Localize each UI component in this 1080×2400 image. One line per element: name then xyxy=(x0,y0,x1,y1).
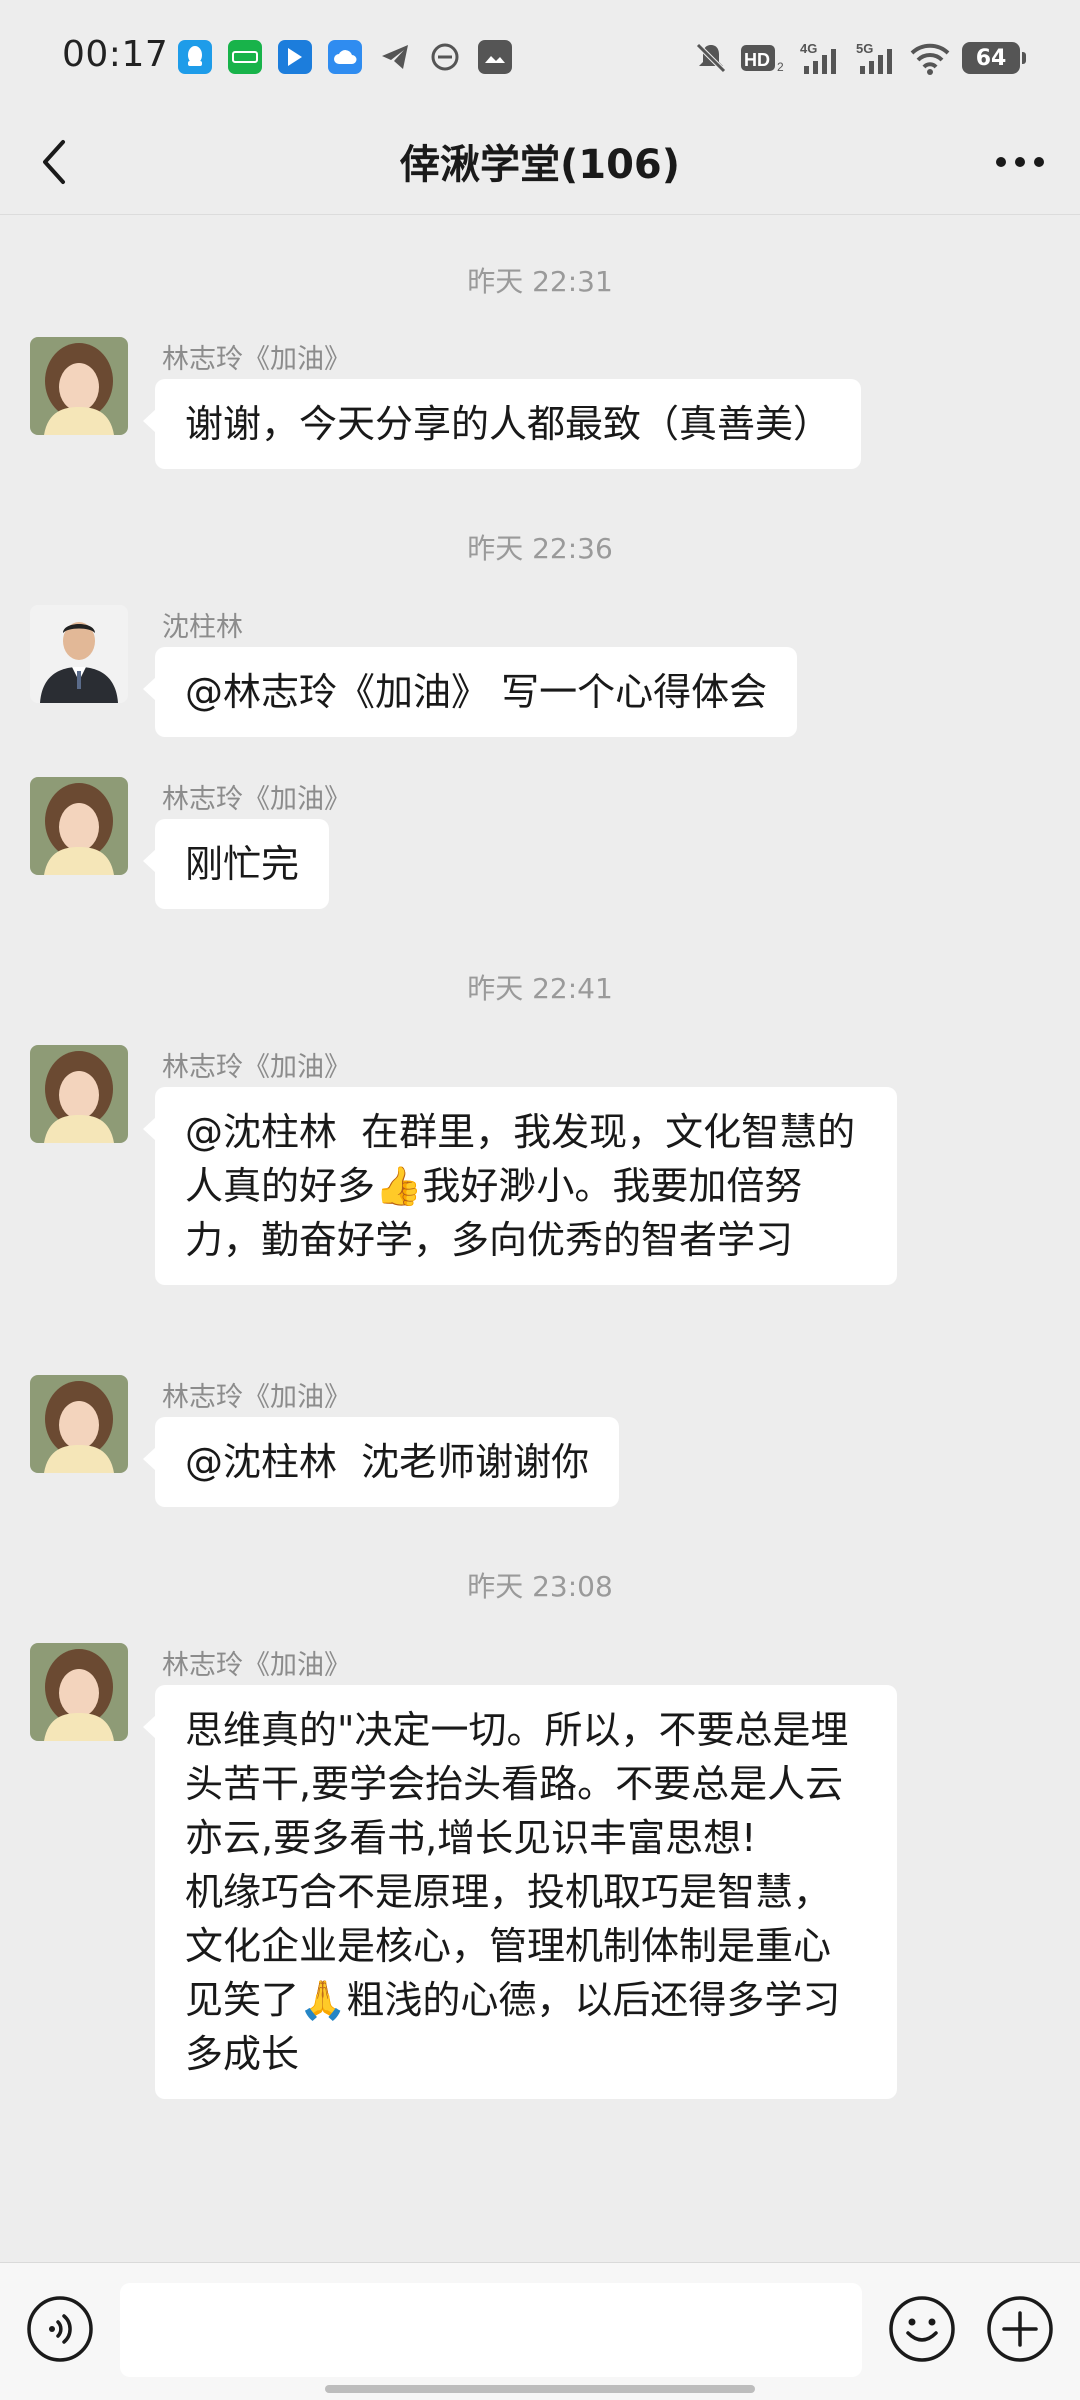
status-time: 00:17 xyxy=(62,34,169,75)
message-input[interactable] xyxy=(120,2283,862,2377)
more-options-button[interactable] xyxy=(982,130,1058,194)
user-avatar-woman-icon xyxy=(30,337,128,435)
avatar[interactable] xyxy=(30,605,128,703)
message-bubble[interactable]: 思维真的"决定一切。所以，不要总是埋头苦干,要学会抬头看路。不要总是人云亦云,要… xyxy=(143,1685,897,2099)
plus-icon xyxy=(987,2296,1053,2362)
svg-text:4G: 4G xyxy=(800,41,817,56)
sender-name: 林志玲《加油》 xyxy=(162,1052,351,1083)
avatar[interactable] xyxy=(30,777,128,875)
user-avatar-woman-icon xyxy=(30,1643,128,1741)
signal-4g-icon: 4G xyxy=(800,41,836,74)
message-list[interactable]: 昨天 22:31 林志玲《加油》 谢谢，今天分享的人都最致（真善美） 昨天 22… xyxy=(0,215,1080,2260)
message-bubble[interactable]: @沈柱林 沈老师谢谢你 xyxy=(142,1417,620,1507)
cloud-icon xyxy=(328,40,362,74)
group-title: 倖湫学堂(106) xyxy=(399,142,681,188)
message-bubble[interactable]: 谢谢，今天分享的人都最致（真善美） xyxy=(142,379,862,469)
user-avatar-woman-icon xyxy=(30,1045,128,1143)
qq-icon xyxy=(178,40,212,74)
maps-icon xyxy=(278,40,312,74)
input-bar xyxy=(0,2262,1080,2400)
telegram-icon xyxy=(378,40,412,74)
svg-text:5G: 5G xyxy=(856,41,873,56)
message-bubble[interactable]: 刚忙完 xyxy=(142,819,330,909)
svg-text:HD: HD xyxy=(744,50,770,70)
battery-indicator: 64 xyxy=(962,42,1026,74)
hd-icon: HD 2 xyxy=(741,45,784,74)
iqiyi-icon xyxy=(228,40,262,74)
home-indicator[interactable] xyxy=(325,2385,755,2393)
wifi-icon xyxy=(910,43,950,75)
avatar[interactable] xyxy=(30,337,128,435)
sender-name: 林志玲《加油》 xyxy=(162,344,351,375)
photos-icon xyxy=(478,40,512,74)
sender-name: 林志玲《加油》 xyxy=(162,784,351,815)
user-avatar-woman-icon xyxy=(30,1375,128,1473)
more-actions-button[interactable] xyxy=(986,2295,1054,2363)
more-dots-icon xyxy=(996,157,1044,167)
avatar[interactable] xyxy=(30,1375,128,1473)
notification-icons xyxy=(178,40,512,76)
svg-text:2: 2 xyxy=(777,60,784,74)
sender-name: 林志玲《加油》 xyxy=(162,1650,351,1681)
sender-name: 林志玲《加油》 xyxy=(162,1382,351,1413)
message-bubble[interactable]: @林志玲《加油》 写一个心得体会 xyxy=(142,647,798,737)
dnd-icon xyxy=(428,40,462,74)
avatar[interactable] xyxy=(30,1045,128,1143)
smiley-icon xyxy=(889,2296,955,2362)
chat-header: 倖湫学堂(106) xyxy=(0,110,1080,215)
user-avatar-woman-icon xyxy=(30,777,128,875)
battery-level: 64 xyxy=(975,45,1007,71)
status-bar: 00:17 HD 2 4G 5G 64 xyxy=(0,0,1080,110)
timestamp: 昨天 22:41 xyxy=(467,972,613,1005)
voice-button[interactable] xyxy=(26,2295,94,2363)
timestamp: 昨天 23:08 xyxy=(467,1570,613,1603)
system-status: HD 2 4G 5G 64 xyxy=(694,38,1026,78)
voice-icon xyxy=(27,2296,93,2362)
sender-name: 沈柱林 xyxy=(162,612,243,643)
chat-screen: 00:17 HD 2 4G 5G 64 倖湫学堂(106) 昨天 22:31 林… xyxy=(0,0,1080,2400)
timestamp: 昨天 22:31 xyxy=(467,265,613,298)
user-avatar-man-icon xyxy=(30,605,128,703)
signal-5g-icon: 5G xyxy=(856,41,892,74)
emoji-button[interactable] xyxy=(888,2295,956,2363)
mute-icon xyxy=(696,43,726,73)
message-bubble[interactable]: @沈柱林 在群里，我发现，文化智慧的人真的好多👍我好渺小。我要加倍努力，勤奋好学… xyxy=(143,1087,897,1285)
timestamp: 昨天 22:36 xyxy=(467,532,613,565)
avatar[interactable] xyxy=(30,1643,128,1741)
